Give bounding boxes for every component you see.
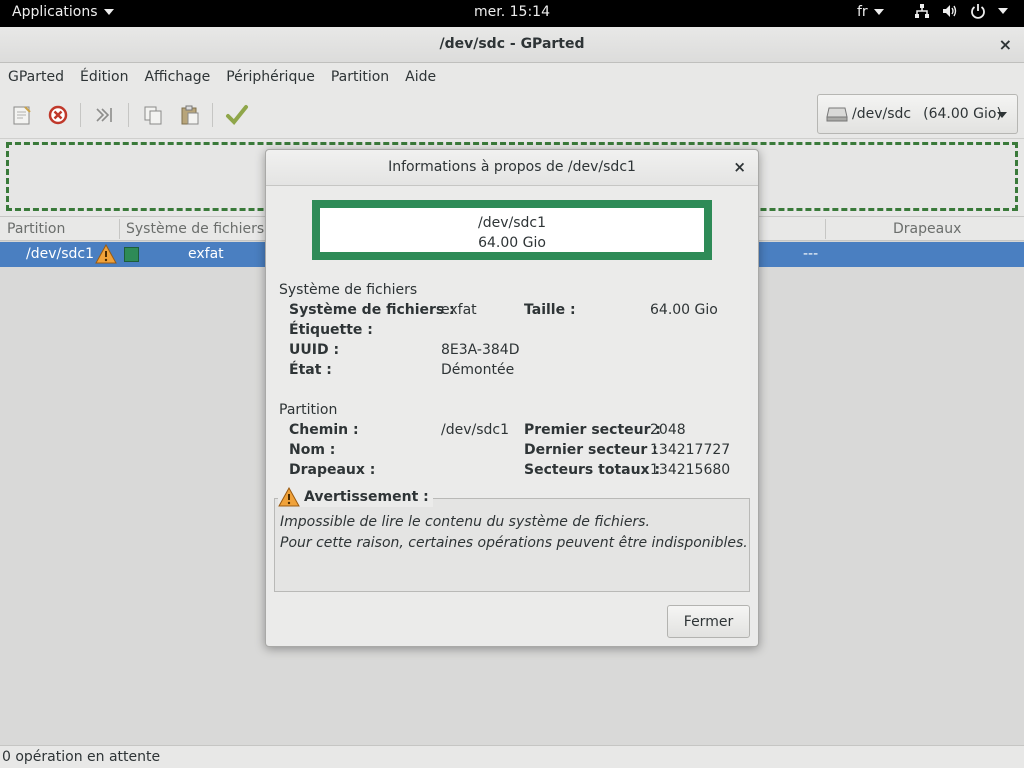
size-value: 64.00 Gio <box>650 302 718 318</box>
warning-icon <box>278 487 300 507</box>
filesystem-color-swatch <box>124 247 139 262</box>
copy-icon <box>144 106 162 125</box>
name-label: Nom : <box>289 442 336 458</box>
menu-affichage[interactable]: Affichage <box>144 69 210 85</box>
column-flags[interactable]: Drapeaux <box>893 221 961 237</box>
path-value: /dev/sdc1 <box>441 422 510 438</box>
dialog-title: Informations à propos de /dev/sdc1 <box>388 159 636 175</box>
volume-label-label: Étiquette : <box>289 322 373 338</box>
close-button[interactable]: Fermer <box>667 605 750 638</box>
path-label: Chemin : <box>289 422 359 438</box>
menu-gparted[interactable]: GParted <box>8 69 64 85</box>
warning-legend-label: Avertissement : <box>304 489 429 505</box>
power-icon <box>971 4 985 19</box>
device-name: /dev/sdc <box>852 106 912 122</box>
toolbar-separator <box>80 103 81 127</box>
clock-label[interactable]: mer. 15:14 <box>474 4 550 20</box>
new-document-icon <box>13 106 31 125</box>
warning-legend: Avertissement : <box>278 487 433 507</box>
toolbar-separator <box>212 103 213 127</box>
warning-line-2: Pour cette raison, certaines opérations … <box>280 535 748 551</box>
menu-peripherique[interactable]: Périphérique <box>226 69 315 85</box>
chevron-down-icon <box>997 112 1007 118</box>
warning-icon <box>95 243 117 268</box>
hard-disk-icon <box>826 107 848 122</box>
filesystem-section-heading: Système de fichiers <box>279 282 418 298</box>
chevron-down-icon <box>998 8 1008 14</box>
menu-aide[interactable]: Aide <box>405 69 436 85</box>
chevron-down-icon <box>103 9 114 15</box>
row-partition: /dev/sdc1 <box>26 246 95 262</box>
warning-line-1: Impossible de lire le contenu du système… <box>280 514 650 530</box>
partition-section-heading: Partition <box>279 402 338 418</box>
paste-button[interactable] <box>177 102 203 128</box>
partition-visual-size: 64.00 Gio <box>478 235 546 251</box>
dialog-close-button[interactable]: × <box>733 158 746 176</box>
last-sector-value: 134217727 <box>650 442 731 458</box>
total-sectors-label: Secteurs totaux : <box>524 462 661 478</box>
uuid-value: 8E3A-384D <box>441 342 520 358</box>
filesystem-value: exfat <box>441 302 477 318</box>
uuid-label: UUID : <box>289 342 340 358</box>
window-titlebar: /dev/sdc - GParted × <box>0 27 1024 63</box>
column-separator <box>825 219 826 239</box>
total-sectors-value: 134215680 <box>650 462 731 478</box>
status-bar: 0 opération en attente <box>0 745 1024 768</box>
chevron-down-icon <box>873 9 884 15</box>
flags-label: Drapeaux : <box>289 462 376 478</box>
network-icon <box>915 4 929 18</box>
column-partition[interactable]: Partition <box>7 221 65 237</box>
language-selector[interactable]: fr <box>857 4 884 20</box>
applications-menu[interactable]: Applications <box>12 4 114 20</box>
applications-label: Applications <box>12 4 98 20</box>
toolbar: /dev/sdc (64.00 Gio) <box>0 91 1024 139</box>
status-text: 0 opération en attente <box>2 749 161 765</box>
system-menu[interactable] <box>914 3 1008 19</box>
resize-move-button[interactable] <box>92 102 118 128</box>
last-sector-label: Dernier secteur : <box>524 442 658 458</box>
row-flags: --- <box>803 246 819 262</box>
column-filesystem[interactable]: Système de fichiers <box>126 221 264 237</box>
column-separator <box>119 219 120 239</box>
filesystem-label: Système de fichiers : <box>289 302 455 318</box>
toolbar-separator <box>128 103 129 127</box>
apply-button[interactable] <box>224 102 250 128</box>
paste-icon <box>181 105 199 125</box>
first-sector-label: Premier secteur : <box>524 422 661 438</box>
delete-icon <box>48 105 68 125</box>
new-partition-button[interactable] <box>9 102 35 128</box>
copy-button[interactable] <box>140 102 166 128</box>
window-title: /dev/sdc - GParted <box>439 36 585 52</box>
size-label: Taille : <box>524 302 576 318</box>
first-sector-value: 2048 <box>650 422 686 438</box>
resize-move-icon <box>96 108 112 122</box>
menu-bar: GParted Édition Affichage Périphérique P… <box>0 63 1024 91</box>
checkmark-icon <box>226 105 248 125</box>
volume-icon <box>943 5 957 17</box>
top-bar: Applications mer. 15:14 fr <box>0 0 1024 27</box>
state-value: Démontée <box>441 362 515 378</box>
dialog-titlebar: Informations à propos de /dev/sdc1 × <box>266 150 758 186</box>
menu-partition[interactable]: Partition <box>331 69 389 85</box>
partition-visual: /dev/sdc1 64.00 Gio <box>312 200 712 260</box>
language-label: fr <box>857 4 868 20</box>
partition-info-dialog: Informations à propos de /dev/sdc1 × /de… <box>265 149 759 647</box>
state-label: État : <box>289 362 332 378</box>
row-filesystem: exfat <box>188 246 224 262</box>
delete-button[interactable] <box>45 102 71 128</box>
window-close-button[interactable]: × <box>999 35 1012 54</box>
partition-visual-path: /dev/sdc1 <box>477 215 546 231</box>
device-size: (64.00 Gio) <box>923 106 1002 122</box>
menu-edition[interactable]: Édition <box>80 69 128 85</box>
device-selector[interactable]: /dev/sdc (64.00 Gio) <box>817 94 1018 134</box>
